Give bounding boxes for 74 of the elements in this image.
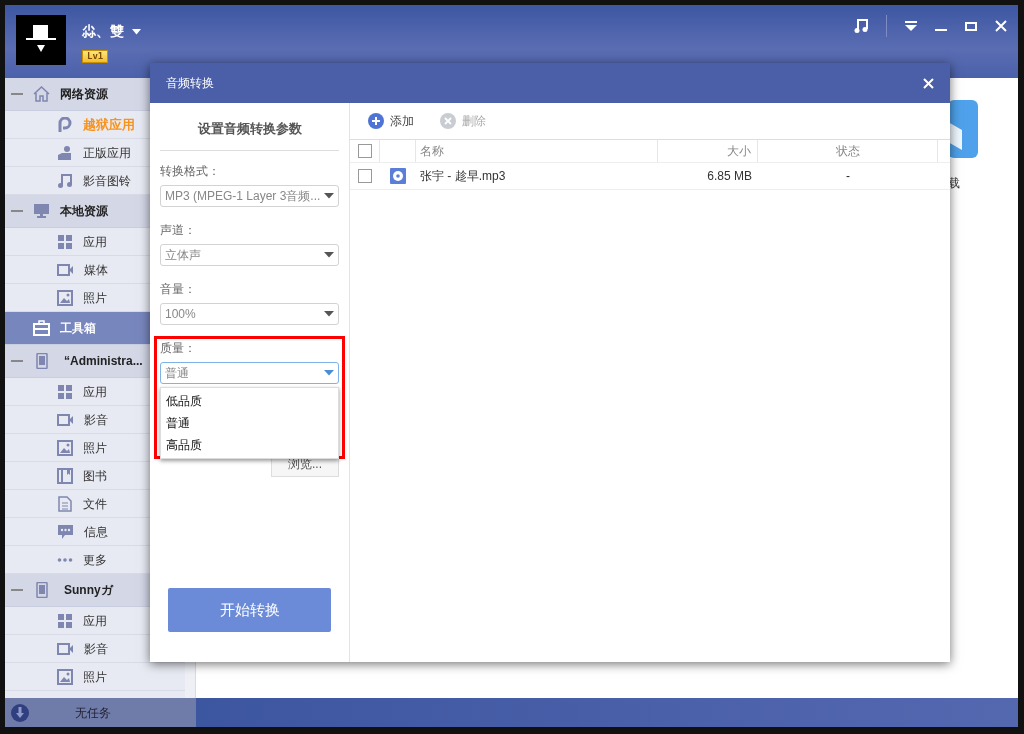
video-camera-icon <box>57 261 74 278</box>
section-label: 工具箱 <box>60 320 96 337</box>
caret-icon <box>324 192 334 199</box>
caret-icon <box>324 369 334 376</box>
select-field[interactable]: MP3 (MPEG-1 Layer 3音频... <box>160 184 339 207</box>
item-label: 影音 <box>84 640 108 658</box>
grid-icon <box>57 612 73 629</box>
document-icon <box>57 495 73 512</box>
phone-icon <box>33 353 50 369</box>
chat-bubble-icon <box>57 523 74 540</box>
image-icon <box>57 289 73 306</box>
item-label: 应用 <box>83 383 107 401</box>
maximize-icon[interactable] <box>965 20 977 32</box>
item-label: 信息 <box>84 523 108 541</box>
section-label: 本地资源 <box>60 203 108 220</box>
select-field[interactable]: 普通 <box>160 361 339 384</box>
table-cell-text: - <box>845 168 851 185</box>
grid-icon <box>57 383 73 400</box>
caret-icon[interactable] <box>132 28 141 35</box>
book-icon <box>57 467 73 484</box>
sidebar-item[interactable]: 照片 <box>5 663 185 691</box>
add-button[interactable]: 添加 <box>368 112 414 130</box>
monitor-icon <box>33 203 50 219</box>
p-logo-icon <box>57 116 73 133</box>
column-header: 大小 <box>727 143 751 160</box>
caret-icon <box>324 310 334 317</box>
item-label: 图书 <box>83 467 107 485</box>
grid-icon <box>57 233 73 250</box>
more-icon <box>57 557 73 562</box>
plus-icon <box>368 113 384 129</box>
checkbox[interactable] <box>358 169 372 183</box>
section-label: “Administra... <box>64 353 143 370</box>
select-field[interactable]: 100% <box>160 302 339 325</box>
close-button[interactable] <box>923 77 934 89</box>
phone-icon <box>33 582 50 598</box>
table-cell-text: 张宇 - 趁早.mp3 <box>419 168 507 185</box>
section-label: 网络资源 <box>60 86 108 103</box>
checkbox[interactable] <box>357 144 372 158</box>
table-cell-text: 6.85 MB <box>706 168 753 185</box>
item-label: 应用 <box>83 612 107 630</box>
download-icon <box>11 703 29 722</box>
item-label: 照片 <box>83 668 107 686</box>
image-icon <box>57 668 73 685</box>
close-icon <box>923 77 934 89</box>
cross-icon <box>440 113 456 129</box>
item-label: 影音 <box>84 411 108 429</box>
caret-icon <box>324 251 334 258</box>
video-camera-icon <box>57 411 74 428</box>
item-label: 影音图铃 <box>83 172 131 190</box>
close-icon[interactable] <box>995 20 1007 32</box>
column-header: 名称 <box>420 143 444 160</box>
panel-heading: 设置音频转换参数 <box>160 103 339 151</box>
home-icon <box>33 86 50 102</box>
item-label: 文件 <box>83 495 107 513</box>
level-badge: Lv1 <box>82 50 109 63</box>
item-label: 越狱应用 <box>83 115 135 134</box>
user-name[interactable]: 尛、雙 <box>82 21 124 42</box>
image-icon <box>57 439 73 456</box>
dropdown-menu-icon[interactable] <box>905 20 917 32</box>
item-label: 应用 <box>83 233 107 251</box>
column-header: 状态 <box>835 143 860 160</box>
item-label: 照片 <box>83 289 107 307</box>
music-note-icon[interactable] <box>854 19 868 33</box>
music-note-icon <box>57 172 73 189</box>
section-label: Sunnyガ <box>64 582 113 599</box>
status-text: 无任务 <box>74 704 112 722</box>
item-label: 媒体 <box>84 261 108 279</box>
toolbox-icon <box>33 320 50 336</box>
select-field[interactable]: 立体声 <box>160 243 339 266</box>
item-label: 更多 <box>83 551 107 569</box>
item-label: 正版应用 <box>83 144 131 162</box>
audio-file-icon <box>390 168 406 184</box>
video-camera-icon <box>57 640 74 657</box>
item-label: 照片 <box>83 439 107 457</box>
